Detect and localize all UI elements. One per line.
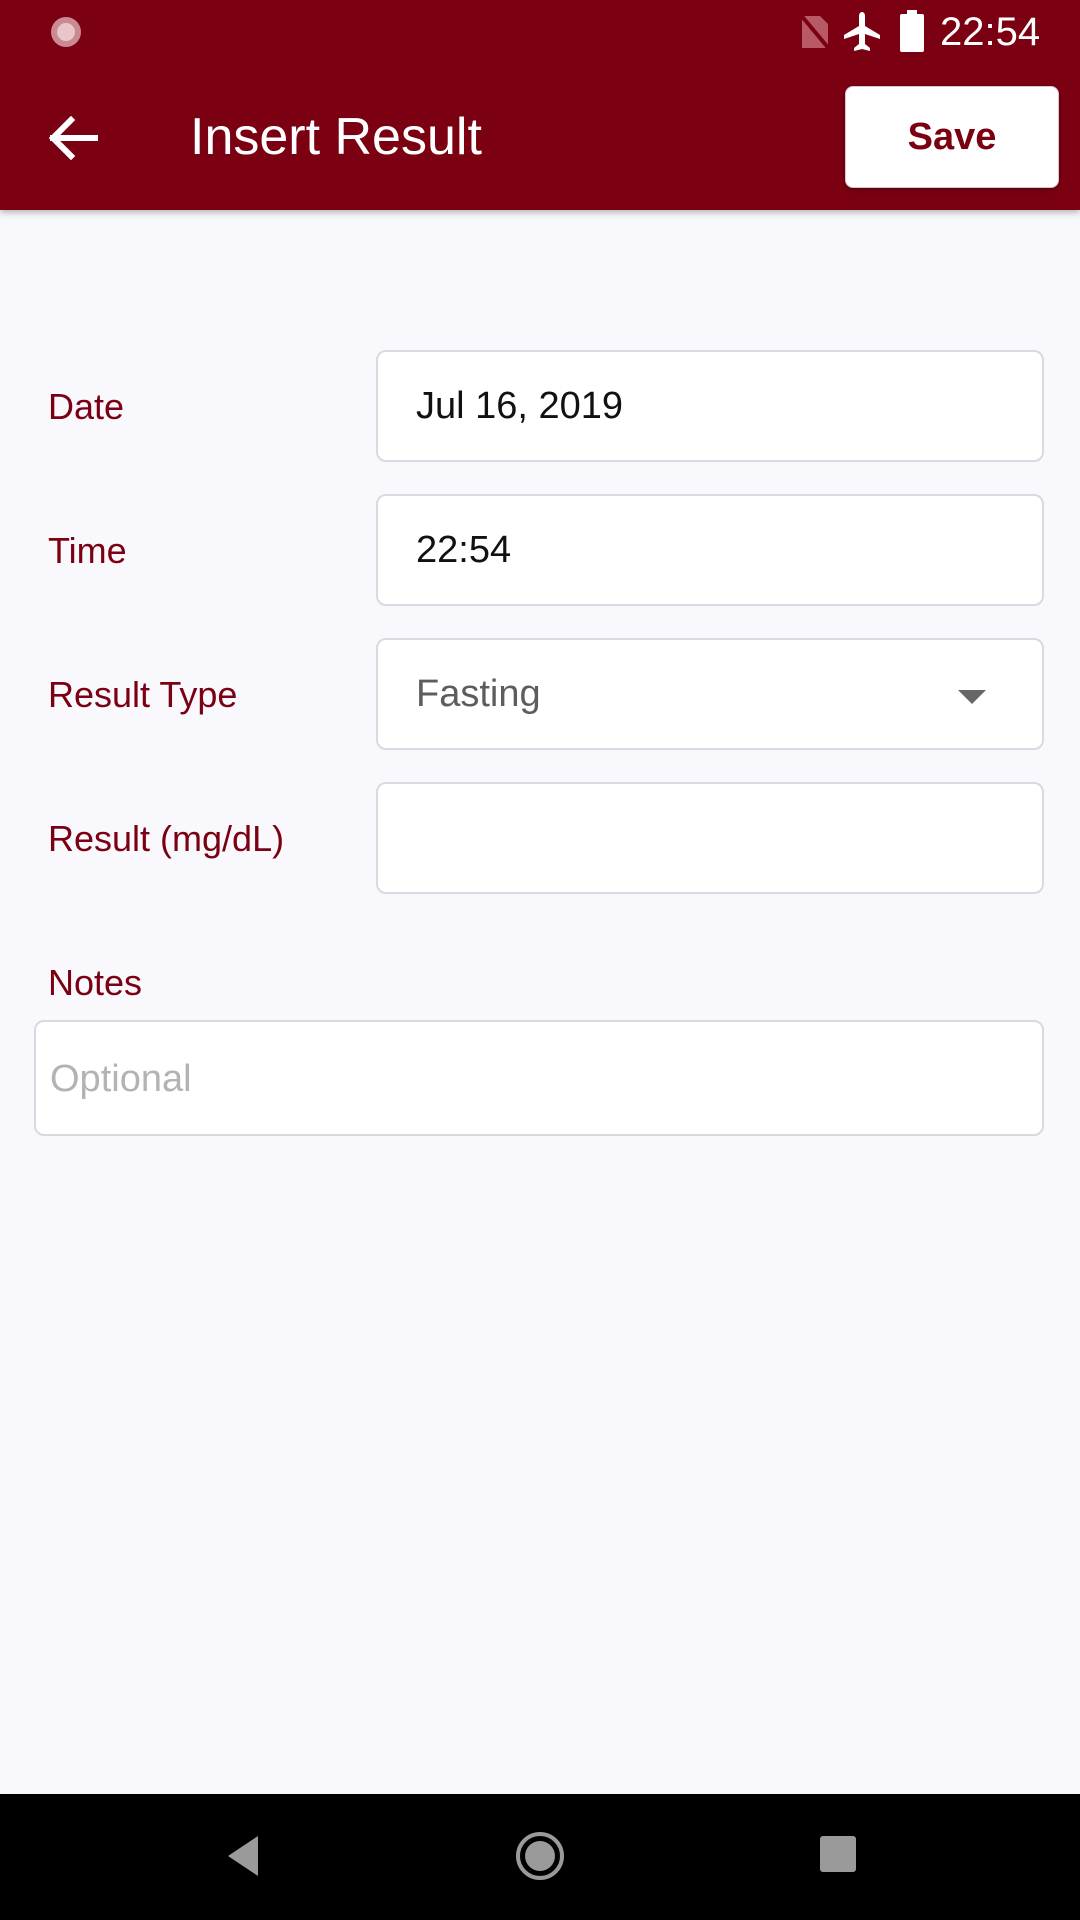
- result-type-label: Result Type: [48, 674, 238, 715]
- time-field[interactable]: 22:54: [376, 494, 1044, 606]
- nav-home-icon[interactable]: [514, 1830, 566, 1882]
- status-bar: 22:54: [0, 0, 1080, 64]
- status-clock: 22:54: [940, 10, 1041, 54]
- result-input[interactable]: [376, 782, 1044, 894]
- date-field[interactable]: Jul 16, 2019: [376, 350, 1044, 462]
- time-label: Time: [48, 530, 127, 571]
- result-label: Result (mg/dL): [48, 818, 285, 859]
- save-button[interactable]: Save: [845, 86, 1059, 188]
- notes-field[interactable]: [34, 1020, 1044, 1136]
- no-sim-icon: [798, 12, 832, 52]
- airplane-mode-icon: [844, 12, 880, 51]
- toolbar: Insert Result Save: [0, 64, 1080, 210]
- notes-input[interactable]: [48, 1022, 1032, 1136]
- nav-back-icon[interactable]: [222, 1832, 262, 1880]
- dropdown-arrow-icon: [958, 690, 986, 704]
- battery-icon: [900, 10, 924, 52]
- time-value: 22:54: [416, 529, 512, 571]
- page-title: Insert Result: [190, 108, 482, 166]
- result-type-value: Fasting: [416, 673, 541, 715]
- nav-recents-icon[interactable]: [820, 1836, 856, 1872]
- date-label: Date: [48, 386, 125, 427]
- notes-label: Notes: [48, 962, 143, 1003]
- result-type-select[interactable]: Fasting: [376, 638, 1044, 750]
- date-value: Jul 16, 2019: [416, 385, 624, 427]
- system-nav-bar: [0, 1794, 1080, 1920]
- back-button[interactable]: [40, 104, 108, 172]
- loading-indicator-icon: [51, 17, 81, 47]
- app-bar: 22:54 Insert Result Save: [0, 0, 1080, 210]
- arrow-back-icon: [49, 116, 98, 160]
